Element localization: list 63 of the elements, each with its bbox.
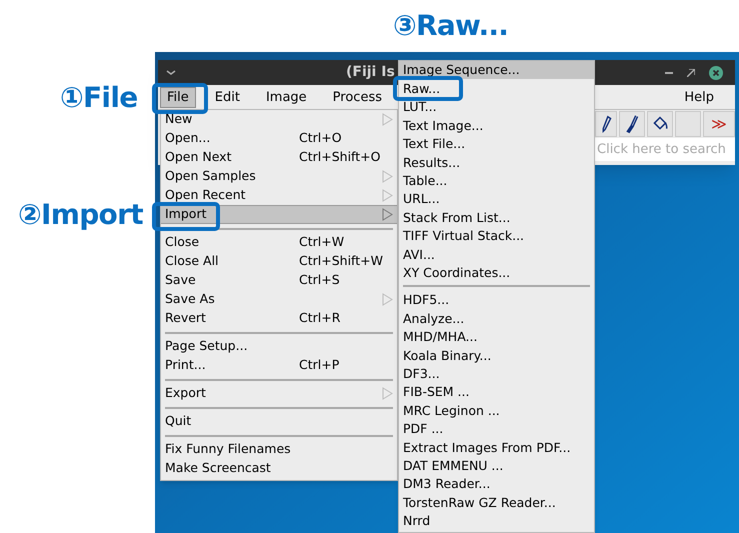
menu-entry[interactable]: Koala Binary... — [403, 348, 492, 363]
maximize-icon[interactable] — [687, 68, 695, 76]
highlight-frame — [152, 83, 208, 114]
annotation-label: ③Raw... — [393, 12, 508, 40]
menu-entry[interactable]: XY Coordinates... — [403, 264, 510, 280]
menu-entry[interactable]: Raw... — [403, 81, 440, 96]
menu-entry[interactable]: Print... Ctrl+P — [161, 356, 397, 375]
chevron-icon[interactable] — [166, 70, 176, 76]
menu-entry[interactable]: MRC Leginon ... — [403, 402, 500, 418]
menu-entry[interactable]: TorstenRaw GZ Reader... — [403, 494, 556, 510]
menu-entry[interactable]: HDF5... — [403, 292, 450, 308]
menu-entry[interactable]: LUT... — [403, 99, 437, 114]
menu-entry[interactable]: Text File... — [403, 136, 466, 152]
minimize-icon[interactable] — [665, 72, 673, 74]
highlight-frame — [152, 202, 220, 231]
menu-entry[interactable]: FIB-SEM ... — [403, 384, 470, 400]
menu-entry[interactable]: Save As — [161, 290, 397, 309]
menu-entry[interactable]: MHD/MHA... — [403, 329, 478, 344]
menu-entry[interactable]: PDF ... — [403, 421, 444, 436]
menu-item[interactable]: Process — [326, 86, 389, 108]
menu-item[interactable]: File — [160, 86, 196, 108]
search-field[interactable]: Click here to search — [595, 138, 735, 161]
menu-item[interactable]: Image — [258, 86, 314, 108]
more-tools-button[interactable]: ≫ — [703, 111, 735, 137]
menu-entry[interactable]: New — [161, 110, 397, 129]
menu-entry[interactable]: Open Recent — [161, 186, 397, 205]
menu-entry[interactable]: Results... — [403, 154, 460, 170]
menu-item[interactable]: Edit — [208, 86, 247, 108]
menu-entry[interactable]: Open Next Ctrl+Shift+O — [161, 148, 397, 167]
menu-entry[interactable]: Close All Ctrl+Shift+W — [161, 252, 397, 271]
annotation-label: ①File — [60, 84, 138, 112]
menu-entry[interactable]: Text Image... — [403, 118, 484, 133]
menu-entry[interactable]: Revert Ctrl+R — [161, 309, 397, 328]
menu-entry[interactable]: DAT EMMENU ... — [403, 458, 504, 473]
menu-entry[interactable]: DF3... — [403, 366, 440, 381]
menu-entry[interactable]: TIFF Virtual Stack... — [403, 228, 524, 244]
menu-entry[interactable]: Make Screencast — [161, 459, 397, 478]
menu-entry[interactable]: Open Samples — [161, 167, 397, 186]
highlight-frame — [393, 76, 463, 101]
menu-entry[interactable]: Close Ctrl+W — [161, 233, 397, 252]
brush-icon[interactable] — [619, 111, 645, 137]
menu-entry[interactable]: Nrrd — [403, 513, 430, 528]
paint-bucket-icon[interactable] — [647, 111, 673, 137]
menu-entry[interactable]: Open... Ctrl+O — [161, 129, 397, 148]
menu-entry[interactable]: Quit — [161, 412, 397, 431]
menu-entry[interactable]: Extract Images From PDF... — [403, 440, 571, 454]
menu-entry[interactable]: DM3 Reader... — [403, 476, 490, 492]
menu-entry[interactable]: Export — [161, 384, 397, 403]
menu-entry[interactable]: Fix Funny Filenames — [161, 440, 397, 459]
menu-entry[interactable]: URL... — [403, 191, 440, 206]
menu-entry[interactable]: AVI... — [403, 246, 435, 262]
menu-entry[interactable]: Table... — [403, 173, 448, 188]
window-title: (Fiji Is — [346, 63, 395, 82]
close-icon[interactable] — [709, 66, 723, 80]
menu-entry[interactable]: Image Sequence... — [399, 61, 594, 80]
menu-entry[interactable]: Analyze... — [403, 310, 464, 326]
menu-entry[interactable]: Page Setup... — [161, 337, 397, 356]
menu-entry[interactable]: Import — [161, 205, 397, 224]
menu-entry[interactable]: Stack From List... — [403, 210, 510, 225]
menu-item[interactable]: Help — [677, 86, 721, 108]
annotation-label: ②Import — [18, 201, 143, 229]
menu-entry[interactable]: Save Ctrl+S — [161, 271, 397, 290]
pencil-icon[interactable] — [595, 111, 617, 137]
